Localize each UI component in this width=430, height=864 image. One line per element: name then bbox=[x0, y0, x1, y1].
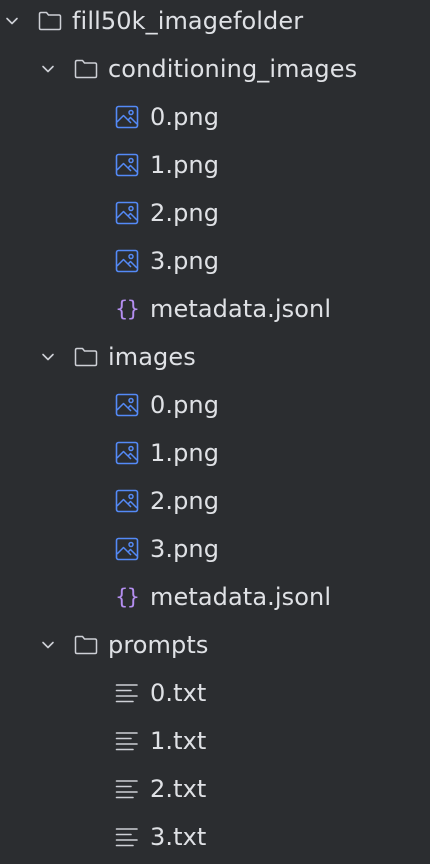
tree-row-label: 2.png bbox=[150, 199, 220, 227]
tree-row-label: metadata.jsonl bbox=[150, 295, 332, 323]
text-file-icon bbox=[114, 681, 140, 705]
chevron-down-icon[interactable] bbox=[38, 635, 58, 655]
tree-row-file[interactable]: 1.png bbox=[0, 141, 430, 189]
tree-row-folder-images[interactable]: images bbox=[0, 333, 430, 381]
tree-row-label: 0.png bbox=[150, 391, 220, 419]
tree-row-label: 2.png bbox=[150, 487, 220, 515]
tree-row-label: 0.txt bbox=[150, 679, 207, 707]
tree-row-file[interactable]: 1.png bbox=[0, 429, 430, 477]
image-file-icon bbox=[114, 441, 140, 465]
tree-row-file[interactable]: 0.png bbox=[0, 93, 430, 141]
text-file-icon bbox=[114, 825, 140, 849]
tree-row-label: fill50k_imagefolder bbox=[72, 7, 304, 35]
tree-row-file[interactable]: 3.png bbox=[0, 237, 430, 285]
tree-row-file[interactable]: 2.txt bbox=[0, 765, 430, 813]
image-file-icon bbox=[114, 249, 140, 273]
image-file-icon bbox=[114, 105, 140, 129]
tree-row-file[interactable]: 0.png bbox=[0, 381, 430, 429]
folder-icon bbox=[37, 9, 63, 33]
tree-row-label: 1.txt bbox=[150, 727, 207, 755]
tree-row-file[interactable]: 0.txt bbox=[0, 669, 430, 717]
tree-row-label: 2.txt bbox=[150, 775, 207, 803]
folder-icon bbox=[73, 345, 99, 369]
image-file-icon bbox=[114, 393, 140, 417]
tree-row-file[interactable]: 3.png bbox=[0, 525, 430, 573]
tree-row-label: 1.png bbox=[150, 439, 220, 467]
tree-row-label: 3.png bbox=[150, 535, 220, 563]
image-file-icon bbox=[114, 489, 140, 513]
tree-row-folder-conditioning-images[interactable]: conditioning_images bbox=[0, 45, 430, 93]
tree-row-label: 0.png bbox=[150, 103, 220, 131]
tree-row-file[interactable]: {} metadata.jsonl bbox=[0, 285, 430, 333]
image-file-icon bbox=[114, 537, 140, 561]
tree-row-label: prompts bbox=[108, 631, 209, 659]
text-file-icon bbox=[114, 729, 140, 753]
tree-row-label: 3.txt bbox=[150, 823, 207, 851]
tree-row-file[interactable]: 2.png bbox=[0, 189, 430, 237]
json-file-icon: {} bbox=[115, 297, 139, 321]
tree-row-file[interactable]: 2.png bbox=[0, 477, 430, 525]
tree-row-label: metadata.jsonl bbox=[150, 583, 332, 611]
folder-icon bbox=[73, 633, 99, 657]
tree-row-file[interactable]: 3.txt bbox=[0, 813, 430, 861]
image-file-icon bbox=[114, 153, 140, 177]
tree-row-root-folder[interactable]: fill50k_imagefolder bbox=[0, 0, 430, 45]
tree-row-label: images bbox=[108, 343, 196, 371]
tree-row-label: 1.png bbox=[150, 151, 220, 179]
tree-row-file[interactable]: 1.txt bbox=[0, 717, 430, 765]
image-file-icon bbox=[114, 201, 140, 225]
chevron-down-icon[interactable] bbox=[38, 347, 58, 367]
tree-row-label: 3.png bbox=[150, 247, 220, 275]
folder-icon bbox=[73, 57, 99, 81]
text-file-icon bbox=[114, 777, 140, 801]
tree-row-file[interactable]: {} metadata.jsonl bbox=[0, 573, 430, 621]
json-file-icon: {} bbox=[115, 585, 139, 609]
tree-row-label: conditioning_images bbox=[108, 55, 358, 83]
chevron-down-icon[interactable] bbox=[38, 59, 58, 79]
project-tree: fill50k_imagefolder conditioning_images … bbox=[0, 0, 430, 864]
tree-row-folder-prompts[interactable]: prompts bbox=[0, 621, 430, 669]
chevron-down-icon[interactable] bbox=[2, 11, 22, 31]
